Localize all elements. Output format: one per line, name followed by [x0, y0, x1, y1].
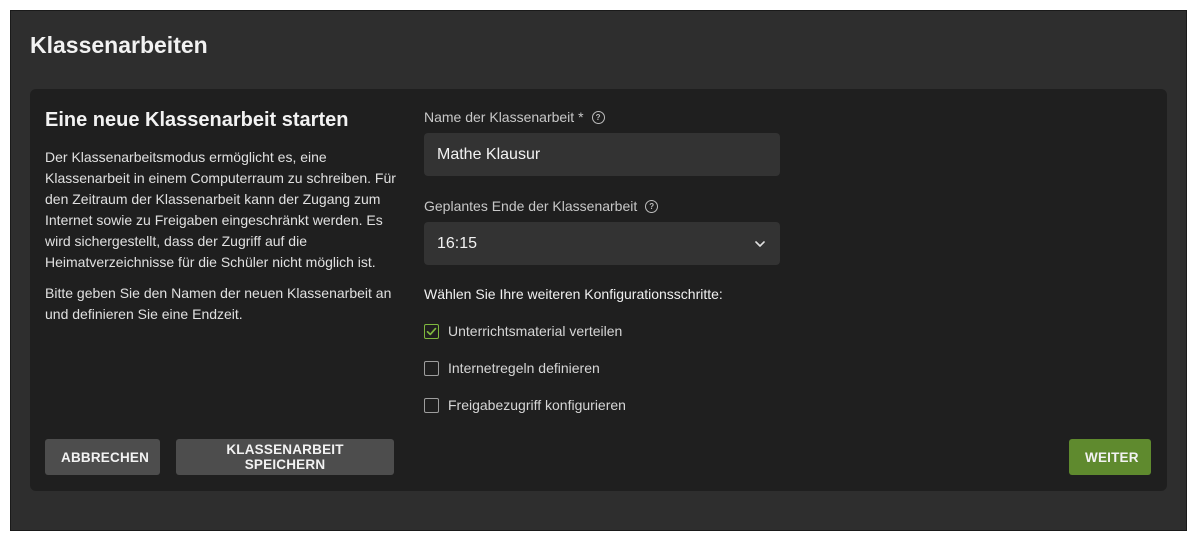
help-icon[interactable]: ? — [591, 110, 605, 124]
page-title: Klassenarbeiten — [30, 32, 208, 58]
exam-name-input[interactable]: Mathe Klausur — [424, 133, 780, 176]
option-label: Internetregeln definieren — [448, 360, 600, 376]
name-label-text: Name der Klassenarbeit * — [424, 109, 584, 125]
option-label: Freigabezugriff konfigurieren — [448, 397, 626, 413]
app-window: Klassenarbeiten Eine neue Klassenarbeit … — [10, 10, 1187, 531]
card-title: Eine neue Klassenarbeit starten — [45, 109, 349, 131]
name-field-label: Name der Klassenarbeit * ? — [424, 107, 784, 127]
instruction-text: Bitte geben Sie den Namen der neuen Klas… — [45, 285, 392, 322]
option-distribute-material[interactable]: Unterrichtsmaterial verteilen — [424, 321, 784, 341]
end-time-select[interactable]: 16:15 — [424, 222, 780, 265]
exam-name-value: Mathe Klausur — [437, 145, 541, 163]
save-exam-button[interactable]: KLASSENARBEIT SPEICHERN — [176, 439, 394, 475]
config-steps-label: Wählen Sie Ihre weiteren Konfigurationss… — [424, 286, 723, 302]
help-icon[interactable]: ? — [645, 199, 659, 213]
checkbox-distribute-material[interactable] — [424, 323, 439, 339]
option-label: Unterrichtsmaterial verteilen — [448, 323, 623, 339]
new-exam-card: Eine neue Klassenarbeit starten Der Klas… — [30, 89, 1167, 491]
cancel-button[interactable]: ABBRECHEN — [45, 439, 160, 475]
chevron-down-icon — [755, 240, 765, 247]
description-text: Der Klassenarbeitsmodus ermöglicht es, e… — [45, 149, 396, 270]
option-internet-rules[interactable]: Internetregeln definieren — [424, 358, 784, 378]
next-button[interactable]: WEITER — [1069, 439, 1151, 475]
form-panel: Name der Klassenarbeit * ? Mathe Klausur… — [424, 107, 784, 415]
check-icon — [426, 327, 437, 335]
end-label-text: Geplantes Ende der Klassenarbeit — [424, 198, 638, 214]
checkbox-share-access[interactable] — [424, 397, 439, 413]
checkbox-internet-rules[interactable] — [424, 360, 439, 376]
end-time-value: 16:15 — [437, 234, 478, 252]
option-share-access[interactable]: Freigabezugriff konfigurieren — [424, 395, 784, 415]
end-field-label: Geplantes Ende der Klassenarbeit ? — [424, 196, 784, 216]
info-panel: Eine neue Klassenarbeit starten Der Klas… — [45, 107, 400, 335]
